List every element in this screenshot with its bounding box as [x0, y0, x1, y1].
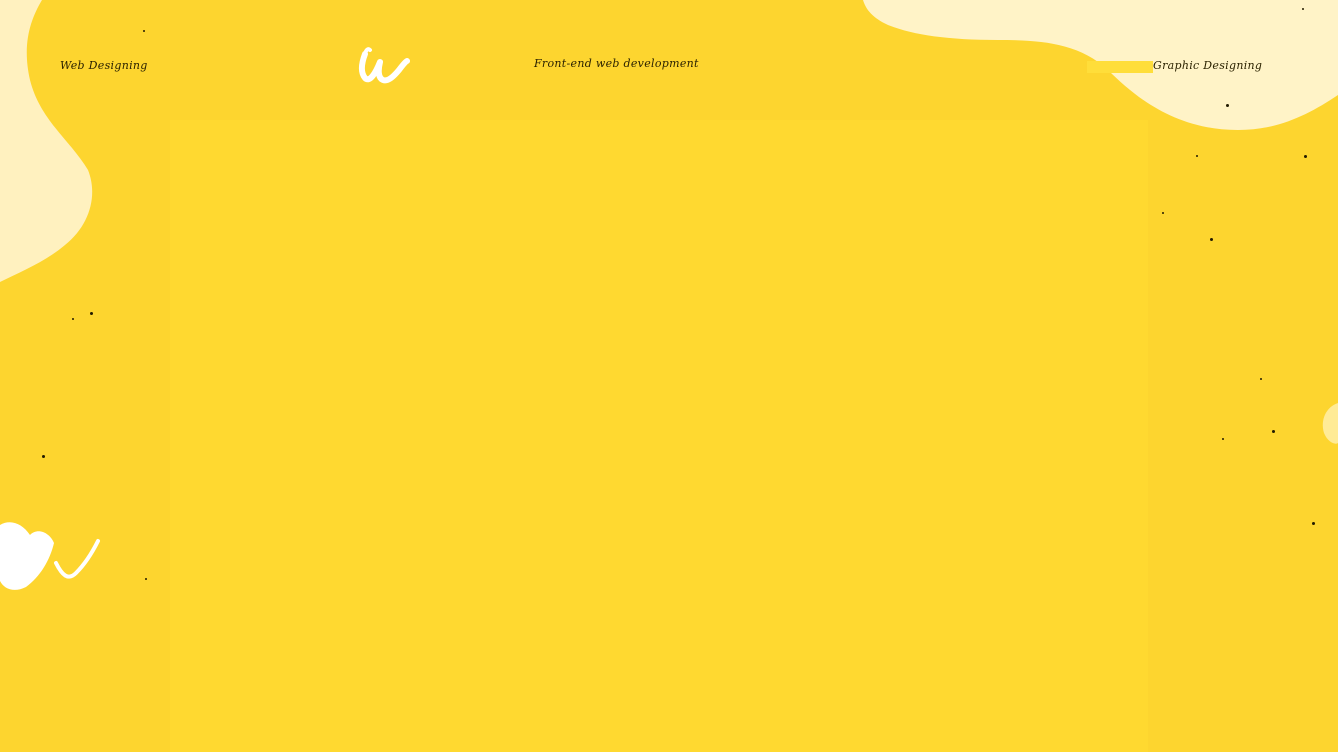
nav-link-graphic-designing[interactable]: Graphic Designing: [1153, 59, 1262, 72]
speck: [1222, 438, 1224, 440]
speck: [1162, 212, 1164, 214]
speck: [1304, 155, 1307, 158]
speck: [1302, 8, 1304, 10]
speck: [1272, 430, 1275, 433]
main-content-panel: [170, 120, 1148, 752]
nav-link-front-end-web-development[interactable]: Front-end web development: [534, 57, 699, 70]
nav-highlight-bar: [1087, 61, 1153, 73]
speck: [143, 30, 145, 32]
speck: [1210, 238, 1213, 241]
brush-mark-bottom-left: [0, 522, 100, 590]
speck: [1260, 378, 1262, 380]
speck: [72, 318, 74, 320]
speck: [1226, 104, 1229, 107]
speck: [145, 578, 147, 580]
paint-fleck-right: [1322, 403, 1338, 444]
speck: [90, 312, 93, 315]
paint-splash-top-left: [0, 0, 93, 282]
speck: [1196, 155, 1198, 157]
brush-u-logo-icon[interactable]: [356, 42, 410, 86]
speck: [42, 455, 45, 458]
page: Web Designing Front-end web development …: [0, 0, 1338, 752]
speck: [1312, 522, 1315, 525]
nav-link-web-designing[interactable]: Web Designing: [60, 59, 148, 72]
